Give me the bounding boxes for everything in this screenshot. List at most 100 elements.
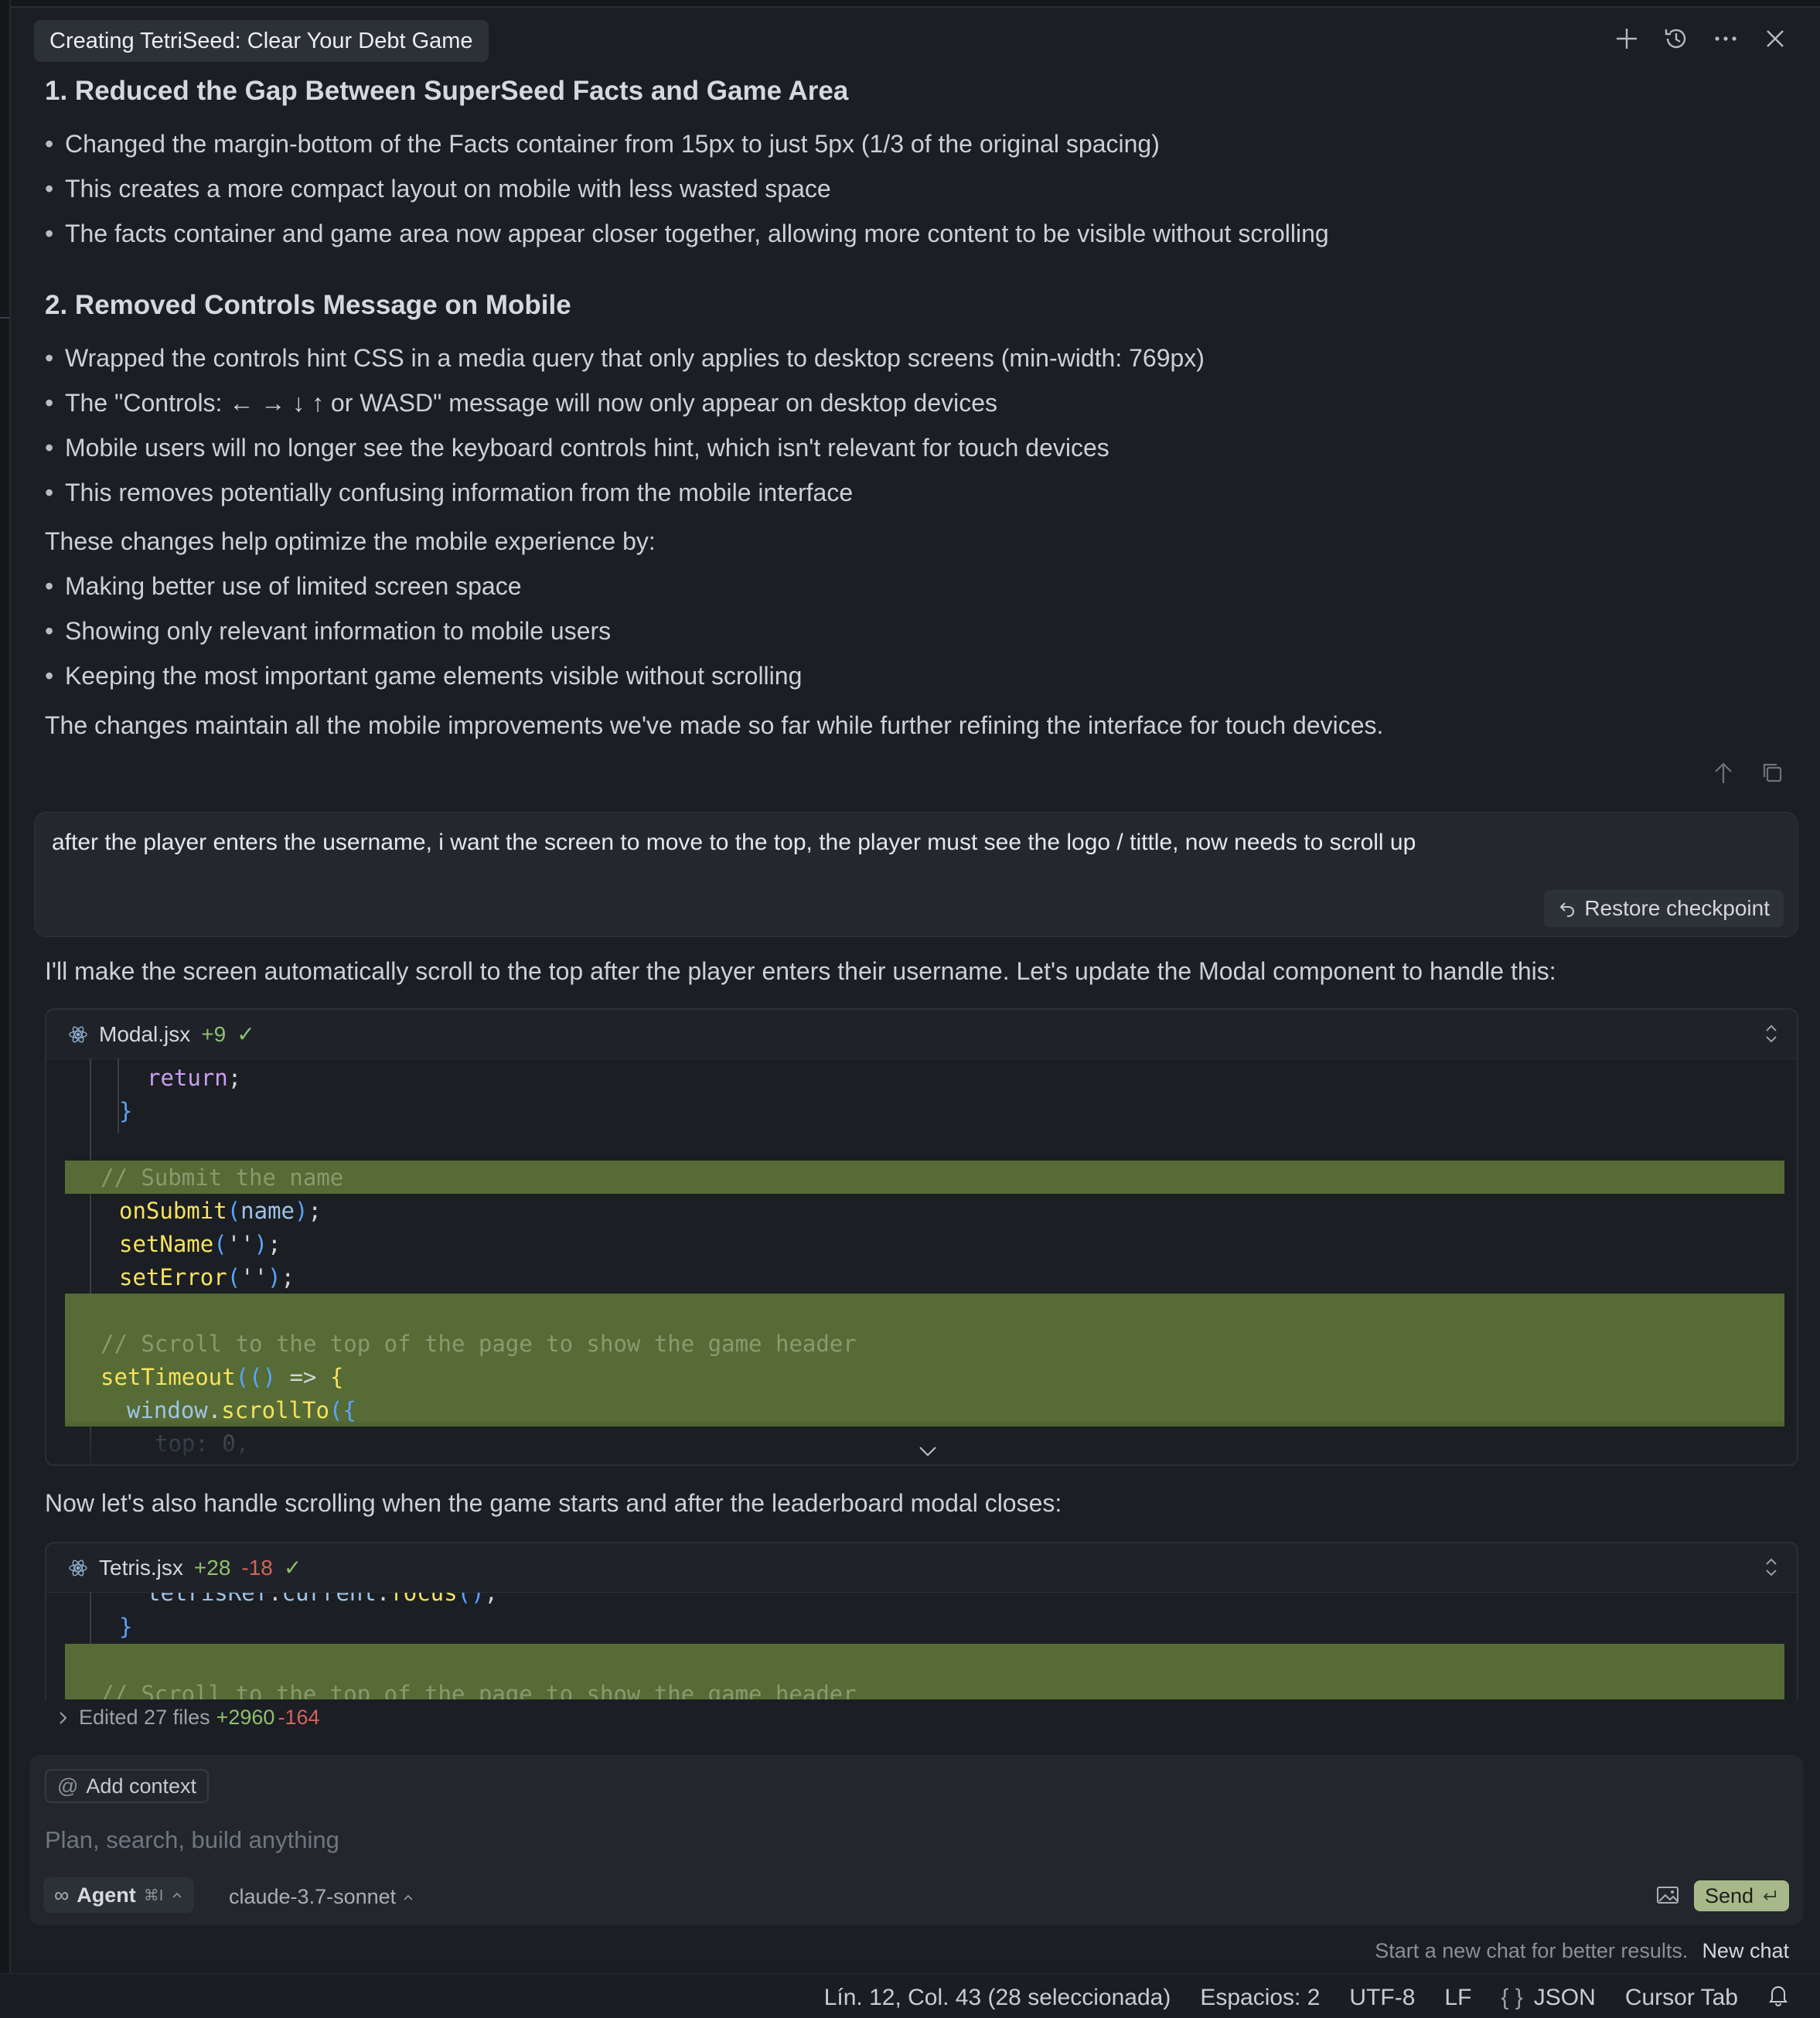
- editor-left-edge: [0, 0, 11, 2018]
- code-block-body: return; } // Submit the name onSubmit(na…: [46, 1059, 1797, 1464]
- infinity-icon: ∞: [54, 1883, 70, 1907]
- chevron-down-icon[interactable]: [917, 1438, 939, 1464]
- close-icon[interactable]: [1761, 25, 1789, 53]
- bullet-item: Wrapped the controls hint CSS in a media…: [45, 344, 1205, 373]
- message-actions: [1713, 762, 1783, 789]
- code-block-body: tetrisRef.current.focus(); } // Scroll t…: [46, 1593, 1797, 1699]
- indentation[interactable]: Espacios: 2: [1200, 1985, 1320, 2011]
- plus-icon[interactable]: [1613, 25, 1641, 53]
- summary-intro: These changes help optimize the mobile e…: [45, 527, 656, 555]
- code-line: }: [119, 1613, 133, 1640]
- cursor-tab[interactable]: Cursor Tab: [1625, 1985, 1738, 2011]
- bullet-item: Changed the margin-bottom of the Facts c…: [45, 130, 1160, 159]
- section-heading: 1. Reduced the Gap Between SuperSeed Fac…: [45, 76, 849, 106]
- add-context-label: Add context: [86, 1774, 197, 1798]
- edge-marker: [0, 317, 9, 319]
- bullet-item: The "Controls: ← → ↓ ↑ or WASD" message …: [45, 389, 997, 418]
- send-label: Send: [1704, 1883, 1754, 1907]
- enter-icon: [1763, 1890, 1776, 1900]
- lines-added: +28: [193, 1555, 231, 1580]
- send-button[interactable]: Send: [1693, 1880, 1789, 1911]
- check-icon: ✓: [237, 1022, 255, 1046]
- code-block-modal: Modal.jsx +9 ✓ return; } // Submit the n…: [45, 1008, 1798, 1466]
- code-block-header[interactable]: Modal.jsx +9 ✓: [46, 1010, 1797, 1059]
- code-line-added: [65, 1294, 1784, 1327]
- cursor-position[interactable]: Lín. 12, Col. 43 (28 seleccionada): [824, 1985, 1171, 2011]
- code-line: return;: [147, 1064, 242, 1091]
- agent-mode-button[interactable]: ∞ Agent ⌘I: [43, 1877, 195, 1913]
- code-line-added: // Scroll to the top of the page to show…: [65, 1677, 1784, 1699]
- hint-text: Start a new chat for better results.: [1375, 1939, 1689, 1962]
- lines-added: +9: [201, 1021, 227, 1046]
- code-line-added: // Submit the name: [65, 1161, 1784, 1194]
- chat-panel: Creating TetriSeed: Clear Your Debt Game…: [12, 8, 1820, 1964]
- bullet-item: Keeping the most important game elements…: [45, 662, 802, 690]
- file-name: Tetris.jsx: [99, 1555, 183, 1580]
- undo-icon: [1559, 902, 1575, 917]
- bell-icon[interactable]: [1767, 1983, 1789, 2013]
- assistant-intro: I'll make the screen automatically scrol…: [45, 957, 1556, 985]
- bullet-item: The facts container and game area now ap…: [45, 220, 1329, 248]
- line-ending[interactable]: LF: [1444, 1985, 1471, 2011]
- bullet-item: Mobile users will no longer see the keyb…: [45, 434, 1109, 462]
- assistant-middle-text: Now let's also handle scrolling when the…: [45, 1489, 1062, 1517]
- edited-files-summary[interactable]: Edited 27 files +2960 -164: [57, 1706, 320, 1730]
- chevron-up-icon: [404, 1894, 413, 1900]
- model-selector[interactable]: claude-3.7-sonnet: [229, 1885, 414, 1909]
- braces-icon: { }: [1501, 1985, 1523, 2010]
- code-line: tetrisRef.current.focus();: [65, 1593, 1797, 1609]
- code-line-added: setTimeout(() => {: [65, 1360, 1784, 1393]
- model-name: claude-3.7-sonnet: [229, 1885, 397, 1908]
- bullet-item: This removes potentially confusing infor…: [45, 479, 853, 507]
- more-icon[interactable]: [1712, 25, 1740, 53]
- expand-collapse-icon[interactable]: [1763, 1556, 1780, 1584]
- check-icon: ✓: [283, 1556, 302, 1580]
- window-top-border: [0, 0, 1820, 8]
- chevron-right-icon: [60, 1711, 67, 1724]
- code-line: onSubmit(name);: [119, 1197, 322, 1224]
- edited-removed: -164: [278, 1706, 320, 1729]
- history-icon[interactable]: [1662, 25, 1690, 53]
- bullet-item: Making better use of limited screen spac…: [45, 572, 521, 601]
- react-icon: [69, 1560, 87, 1576]
- status-items: Lín. 12, Col. 43 (28 seleccionada) Espac…: [824, 1983, 1789, 2013]
- file-name: Modal.jsx: [99, 1021, 191, 1046]
- code-block-header[interactable]: Tetris.jsx +28 -18 ✓: [46, 1543, 1797, 1593]
- edited-added: +2960: [216, 1706, 275, 1729]
- language-mode[interactable]: { } JSON: [1501, 1985, 1595, 2011]
- bullet-item: This creates a more compact layout on mo…: [45, 175, 831, 203]
- at-icon: @: [57, 1774, 79, 1798]
- chat-title[interactable]: Creating TetriSeed: Clear Your Debt Game: [34, 20, 489, 62]
- user-message-text: after the player enters the username, i …: [52, 830, 1416, 855]
- encoding[interactable]: UTF-8: [1349, 1985, 1415, 2011]
- lines-removed: -18: [241, 1555, 273, 1580]
- chat-composer: @ Add context Plan, search, build anythi…: [29, 1755, 1803, 1925]
- new-chat-link[interactable]: New chat: [1702, 1939, 1789, 1963]
- code-line: setError('');: [119, 1263, 295, 1290]
- language-label: JSON: [1533, 1985, 1596, 2010]
- code-line-added: [65, 1644, 1784, 1677]
- agent-shortcut: ⌘I: [143, 1887, 164, 1904]
- arrow-up-icon[interactable]: [1713, 762, 1733, 789]
- header-actions: [1613, 25, 1789, 53]
- chat-title-text: Creating TetriSeed: Clear Your Debt Game: [49, 28, 473, 53]
- chevron-up-icon: [172, 1892, 182, 1898]
- code-line: }: [119, 1097, 133, 1124]
- copy-icon[interactable]: [1761, 762, 1783, 789]
- expand-collapse-icon[interactable]: [1763, 1022, 1780, 1051]
- status-bar: Lín. 12, Col. 43 (28 seleccionada) Espac…: [0, 1973, 1820, 2018]
- image-icon[interactable]: [1656, 1885, 1679, 1909]
- restore-checkpoint-label: Restore checkpoint: [1584, 896, 1770, 920]
- new-chat-hint: Start a new chat for better results. New…: [1375, 1939, 1789, 1963]
- user-message[interactable]: after the player enters the username, i …: [34, 812, 1798, 937]
- restore-checkpoint-button[interactable]: Restore checkpoint: [1544, 890, 1784, 927]
- agent-label: Agent: [77, 1883, 136, 1907]
- edited-files-label: Edited 27 files: [79, 1706, 210, 1729]
- code-line-added: // Scroll to the top of the page to show…: [65, 1327, 1784, 1360]
- chat-input[interactable]: Plan, search, build anything: [45, 1826, 339, 1854]
- closing-text: The changes maintain all the mobile impr…: [45, 711, 1384, 739]
- react-icon: [69, 1026, 87, 1042]
- section-heading: 2. Removed Controls Message on Mobile: [45, 290, 571, 320]
- add-context-button[interactable]: @ Add context: [45, 1769, 210, 1803]
- code-line: setName('');: [119, 1230, 281, 1257]
